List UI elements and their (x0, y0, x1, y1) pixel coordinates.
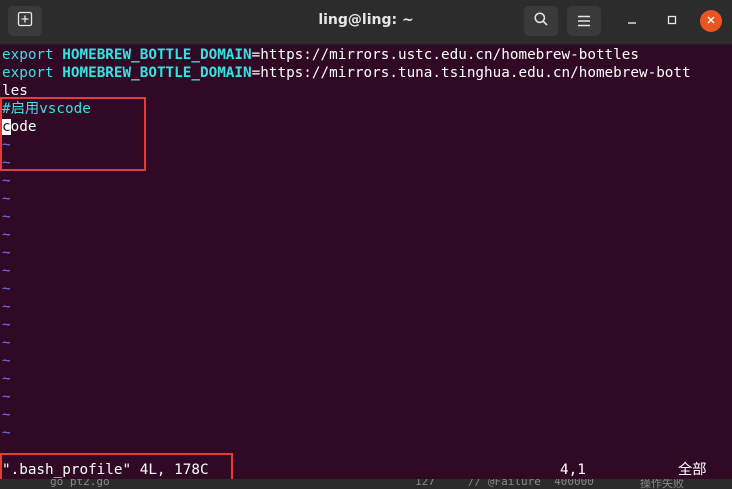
hamburger-menu-icon (577, 12, 591, 31)
search-button[interactable] (524, 6, 558, 36)
tilde-marker: ~ (2, 245, 11, 261)
background-file-tab: go pt2.go (50, 479, 110, 488)
tilde-marker: ~ (2, 371, 11, 387)
background-code: // @Failure 400000 (468, 479, 594, 488)
search-icon (533, 11, 549, 31)
terminal-line: export HOMEBREW_BOTTLE_DOMAIN=https://mi… (2, 47, 639, 63)
tilde-marker: ~ (2, 173, 11, 189)
menu-button[interactable] (567, 6, 601, 36)
tilde-marker: ~ (2, 209, 11, 225)
highlight-box-code (0, 97, 146, 171)
tilde-marker: ~ (2, 335, 11, 351)
tilde-marker: ~ (2, 281, 11, 297)
tilde-marker: ~ (2, 317, 11, 333)
minimize-icon (627, 14, 637, 29)
tilde-marker: ~ (2, 425, 11, 441)
background-window-strip: go pt2.go 127 // @Failure 400000 操作失败 (0, 479, 732, 489)
tilde-marker: ~ (2, 299, 11, 315)
background-line-number: 127 (415, 479, 435, 488)
close-button[interactable] (700, 10, 722, 32)
terminal-area[interactable]: export HOMEBREW_BOTTLE_DOMAIN=https://mi… (0, 45, 732, 489)
title-bar: ling@ling: ~ (0, 0, 732, 45)
close-icon (706, 14, 716, 28)
tilde-marker: ~ (2, 407, 11, 423)
tilde-marker: ~ (2, 191, 11, 207)
maximize-icon (667, 14, 677, 29)
tilde-marker: ~ (2, 263, 11, 279)
tilde-marker: ~ (2, 389, 11, 405)
tilde-marker: ~ (2, 353, 11, 369)
maximize-button[interactable] (661, 10, 683, 32)
status-scroll-indicator: 全部 (678, 462, 707, 478)
minimize-button[interactable] (621, 10, 643, 32)
background-code-comment: 操作失败 (640, 479, 684, 489)
terminal-line: export HOMEBREW_BOTTLE_DOMAIN=https://mi… (2, 65, 691, 81)
tilde-marker: ~ (2, 227, 11, 243)
status-cursor-position: 4,1 (560, 462, 586, 478)
